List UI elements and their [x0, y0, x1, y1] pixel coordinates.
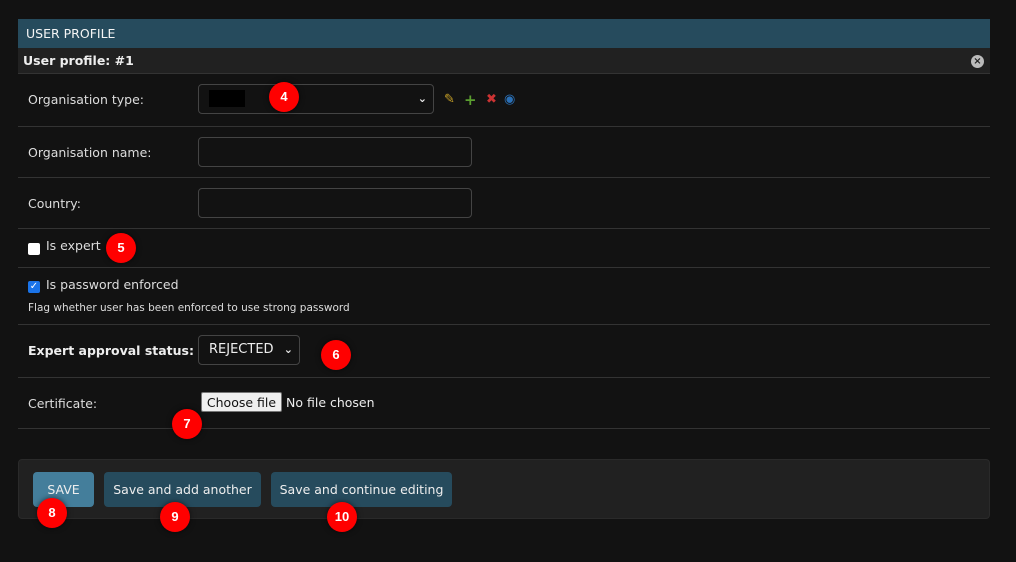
is-expert-label: Is expert: [46, 238, 101, 253]
annotation-badge: 7: [172, 409, 202, 439]
org-name-label: Organisation name:: [28, 145, 152, 160]
row-is-expert: [18, 229, 990, 268]
chevron-down-icon: ⌄: [417, 92, 427, 105]
row-certificate: [18, 378, 990, 429]
is-expert-checkbox[interactable]: [28, 243, 40, 255]
eye-icon[interactable]: ◉: [504, 92, 515, 107]
approval-value: REJECTED: [209, 342, 274, 357]
save-continue-button[interactable]: Save and continue editing: [271, 472, 452, 507]
delete-icon[interactable]: ×: [971, 55, 984, 68]
annotation-badge: 5: [106, 233, 136, 263]
module-header: USER PROFILE: [18, 19, 990, 48]
selected-value: [209, 90, 245, 107]
org-type-select[interactable]: ⌄: [198, 84, 434, 114]
choose-file-button[interactable]: Choose file: [201, 392, 282, 412]
annotation-badge: 4: [269, 82, 299, 112]
annotation-badge: 8: [37, 498, 67, 528]
approval-select[interactable]: REJECTED ⌄: [198, 335, 300, 365]
password-enforced-label: Is password enforced: [46, 277, 179, 292]
annotation-badge: 9: [160, 502, 190, 532]
country-input[interactable]: [198, 188, 472, 218]
country-label: Country:: [28, 196, 81, 211]
approval-label: Expert approval status:: [28, 343, 194, 358]
save-add-another-button[interactable]: Save and add another: [104, 472, 261, 507]
inline-title: User profile: #1: [18, 48, 990, 74]
annotation-badge: 10: [327, 502, 357, 532]
plus-icon[interactable]: +: [464, 91, 477, 109]
org-type-label: Organisation type:: [28, 92, 144, 107]
org-name-input[interactable]: [198, 137, 472, 167]
chevron-down-icon: ⌄: [283, 343, 293, 356]
certificate-label: Certificate:: [28, 396, 98, 411]
help-text: Flag whether user has been enforced to u…: [28, 302, 350, 314]
annotation-badge: 6: [321, 340, 351, 370]
pencil-icon[interactable]: ✎: [444, 92, 455, 107]
password-enforced-checkbox[interactable]: ✓: [28, 281, 40, 293]
file-status: No file chosen: [286, 395, 375, 410]
delete-x-icon[interactable]: ✖: [486, 92, 497, 107]
row-country: [18, 178, 990, 229]
row-org-name: [18, 127, 990, 178]
